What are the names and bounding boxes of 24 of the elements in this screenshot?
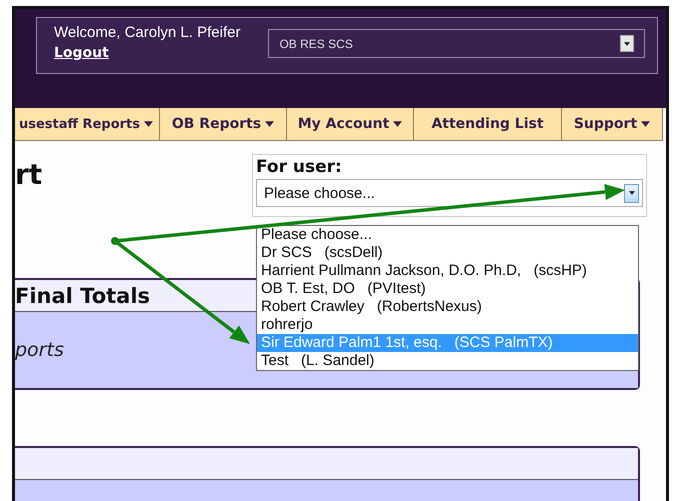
logout-link[interactable]: Logout xyxy=(54,45,109,61)
page-title: rt xyxy=(15,158,42,191)
dropdown-option[interactable]: Please choose... xyxy=(257,226,638,244)
dropdown-option[interactable]: Harrient Pullmann Jackson, D.O. Ph.D, (scsHP) xyxy=(257,262,638,280)
dropdown-option[interactable]: rohrerjo xyxy=(257,316,638,334)
program-select[interactable]: OB RES SCS xyxy=(268,29,645,58)
nav-menu-item[interactable]: OB Reports xyxy=(160,108,287,140)
nav-menu-item[interactable]: My Account xyxy=(287,108,414,140)
panel-title: Final Totals xyxy=(15,284,150,308)
dropdown-option[interactable]: Robert Crawley (RobertsNexus) xyxy=(257,298,638,316)
dropdown-option[interactable]: Dr SCS (scsDell) xyxy=(257,244,638,262)
panel-text: ports xyxy=(15,339,64,361)
welcome-text: Welcome, Carolyn L. Pfeifer xyxy=(54,24,240,41)
nav-menu-item[interactable]: Attending List xyxy=(414,108,562,140)
caret-icon xyxy=(624,42,630,46)
caret-icon xyxy=(628,191,634,195)
dropdown-option[interactable]: OB T. Est, DO (PVItest) xyxy=(257,280,638,298)
nav-menu-item[interactable]: usestaff Reports xyxy=(15,108,160,140)
dropdown-button[interactable] xyxy=(624,184,639,202)
dropdown-button[interactable] xyxy=(620,35,634,52)
dropdown-option[interactable]: Test (L. Sandel) xyxy=(257,352,638,370)
nav-menu-item[interactable]: Support xyxy=(562,108,663,140)
user-select[interactable]: Please choose... xyxy=(256,179,643,207)
field-label: For user: xyxy=(256,157,343,177)
